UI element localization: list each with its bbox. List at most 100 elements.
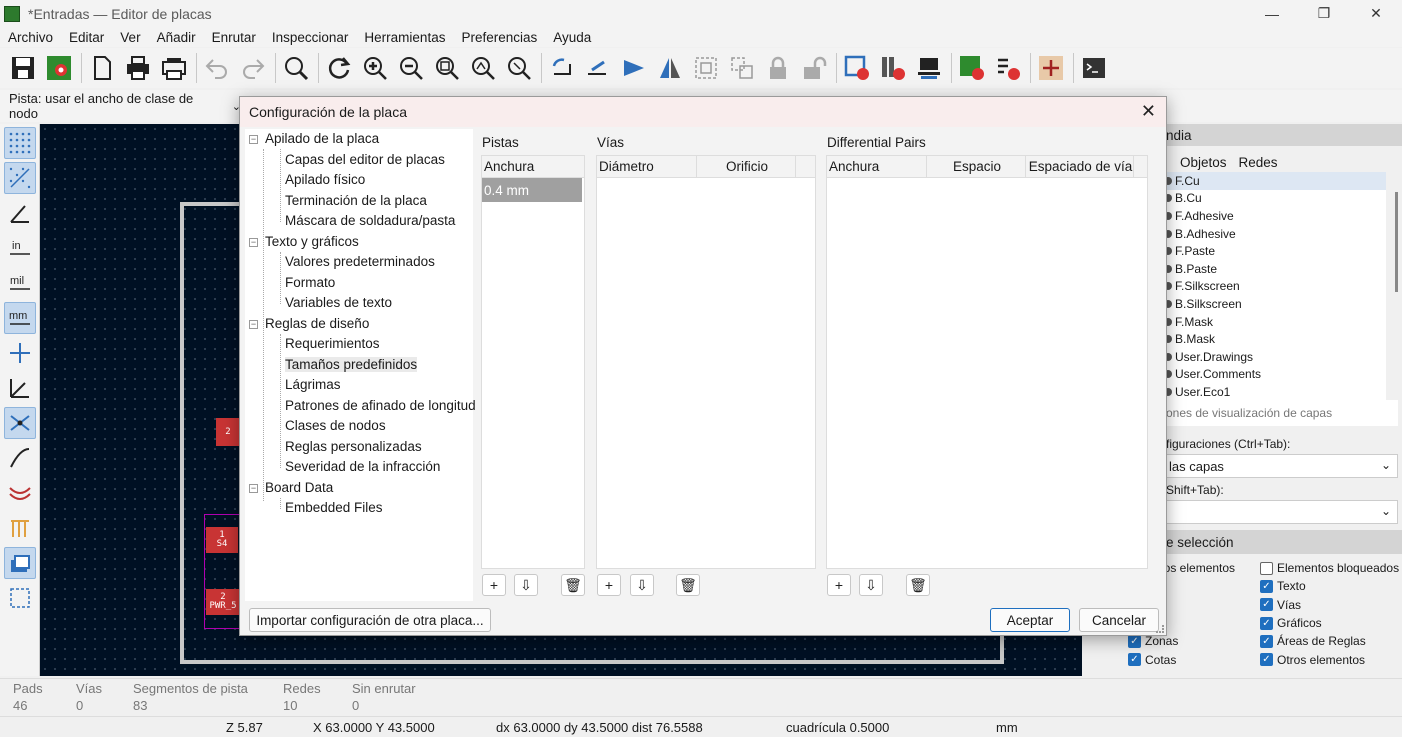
- layer-item[interactable]: F.Paste: [1164, 242, 1386, 260]
- collapse-icon[interactable]: −: [249, 238, 258, 247]
- dialog-close-button[interactable]: ✕: [1141, 101, 1156, 122]
- column-header-drill[interactable]: Orificio: [697, 156, 796, 177]
- vias-grid[interactable]: Diámetro Orificio: [596, 155, 816, 569]
- column-header-width[interactable]: Anchura: [482, 156, 584, 177]
- zoom-out-button[interactable]: [394, 51, 428, 85]
- tree-node-constraints[interactable]: Requerimientos: [285, 336, 380, 351]
- tree-node-board-stackup[interactable]: − Apilado de la placa: [249, 131, 379, 146]
- sort-tracks-button[interactable]: ⇩: [514, 574, 538, 596]
- update-pcb-button[interactable]: [840, 51, 874, 85]
- viewports-select[interactable]: ⌄: [1164, 500, 1398, 524]
- find-button[interactable]: [279, 51, 313, 85]
- checklist-button[interactable]: [991, 51, 1025, 85]
- filter-text[interactable]: ✓ Texto: [1260, 578, 1400, 594]
- checkbox-checked[interactable]: ✓: [1128, 634, 1141, 648]
- checkbox-checked[interactable]: ✓: [1260, 653, 1273, 667]
- layer-item[interactable]: F.Cu: [1164, 172, 1386, 190]
- tree-node-physical-stackup[interactable]: Apilado físico: [285, 172, 365, 187]
- plot-button[interactable]: [157, 51, 191, 85]
- undo-button[interactable]: [200, 51, 234, 85]
- column-header-via-gap[interactable]: Espaciado de vía: [1026, 156, 1134, 177]
- column-header-width[interactable]: Anchura: [827, 156, 927, 177]
- zone-outline-button[interactable]: [4, 582, 36, 614]
- pad-pwr-5[interactable]: 2 PWR_5: [206, 589, 240, 615]
- tree-node-teardrops[interactable]: Lágrimas: [285, 377, 341, 392]
- track-width-cell[interactable]: 0.4 mm: [482, 178, 582, 202]
- refresh-button[interactable]: [322, 51, 356, 85]
- tracks-grid[interactable]: Anchura 0.4 mm: [481, 155, 585, 569]
- layer-item[interactable]: User.Drawings: [1164, 348, 1386, 366]
- rotate-ccw-button[interactable]: [545, 51, 579, 85]
- filter-other-items[interactable]: ✓ Otros elementos: [1260, 651, 1400, 667]
- save-button[interactable]: [6, 51, 40, 85]
- tree-node-violation-severity[interactable]: Severidad de la infracción: [285, 459, 440, 474]
- tree-node-net-classes[interactable]: Clases de nodos: [285, 418, 386, 433]
- diff-pairs-grid[interactable]: Anchura Espacio Espaciado de vía: [826, 155, 1148, 569]
- layer-item[interactable]: B.Silkscreen: [1164, 295, 1386, 313]
- add-diff-pair-button[interactable]: +: [827, 574, 851, 596]
- menu-enrutar[interactable]: Enrutar: [204, 30, 264, 45]
- checkbox-checked[interactable]: ✓: [1260, 634, 1273, 648]
- layer-item[interactable]: B.Mask: [1164, 330, 1386, 348]
- column-header-diameter[interactable]: Diámetro: [597, 156, 697, 177]
- delete-track-button[interactable]: 🗑: [561, 574, 585, 596]
- rotate-cw-button[interactable]: [581, 51, 615, 85]
- page-settings-button[interactable]: [85, 51, 119, 85]
- zoom-in-button[interactable]: [358, 51, 392, 85]
- schematic-button[interactable]: [1034, 51, 1068, 85]
- tree-node-board-data[interactable]: − Board Data: [249, 480, 333, 495]
- group-button[interactable]: [689, 51, 723, 85]
- layer-list-scrollbar[interactable]: [1395, 192, 1398, 292]
- tree-node-tuning-patterns[interactable]: Patrones de afinado de longitud: [285, 398, 476, 413]
- collapse-icon[interactable]: −: [249, 135, 258, 144]
- menu-anadir[interactable]: Añadir: [149, 30, 204, 45]
- tree-node-text-variables[interactable]: Variables de texto: [285, 295, 392, 310]
- tree-node-text-graphics[interactable]: − Texto y gráficos: [249, 234, 359, 249]
- overrides-grid-button[interactable]: [4, 162, 36, 194]
- filter-rule-areas[interactable]: ✓ Áreas de Reglas: [1260, 633, 1400, 649]
- footprint-library-button[interactable]: [876, 51, 910, 85]
- layer-item[interactable]: User.Eco1: [1164, 383, 1386, 401]
- zoom-selection-button[interactable]: [502, 51, 536, 85]
- via-outline-button[interactable]: [4, 512, 36, 544]
- restore-button[interactable]: ❐: [1298, 0, 1350, 27]
- ungroup-button[interactable]: [725, 51, 759, 85]
- filter-locked-items[interactable]: Elementos bloqueados: [1260, 560, 1400, 576]
- layer-item[interactable]: F.Mask: [1164, 313, 1386, 331]
- redo-button[interactable]: [236, 51, 270, 85]
- add-track-button[interactable]: +: [482, 574, 506, 596]
- layer-item[interactable]: B.Paste: [1164, 260, 1386, 278]
- menu-inspeccionar[interactable]: Inspeccionar: [264, 30, 357, 45]
- mirror-h-button[interactable]: [617, 51, 651, 85]
- ratsnest-button[interactable]: [4, 407, 36, 439]
- delete-diff-pair-button[interactable]: 🗑: [906, 574, 930, 596]
- polar-coords-button[interactable]: [4, 197, 36, 229]
- ok-button[interactable]: Aceptar: [990, 608, 1070, 632]
- zone-fill-button[interactable]: [4, 547, 36, 579]
- menu-ayuda[interactable]: Ayuda: [545, 30, 599, 45]
- checkbox-checked[interactable]: ✓: [1260, 616, 1273, 630]
- cursor-button[interactable]: [4, 337, 36, 369]
- units-inches-button[interactable]: in: [4, 232, 36, 264]
- filter-dimensions[interactable]: ✓ Cotas: [1128, 651, 1260, 667]
- delete-via-button[interactable]: 🗑: [676, 574, 700, 596]
- checkbox-checked[interactable]: ✓: [1260, 598, 1273, 612]
- print-button[interactable]: [121, 51, 155, 85]
- tree-node-custom-rules[interactable]: Reglas personalizadas: [285, 439, 422, 454]
- minimize-button[interactable]: —: [1246, 0, 1298, 27]
- column-header-gap[interactable]: Espacio: [927, 156, 1026, 177]
- menu-ver[interactable]: Ver: [112, 30, 148, 45]
- units-mils-button[interactable]: mil: [4, 267, 36, 299]
- filter-vias[interactable]: ✓ Vías: [1260, 597, 1400, 613]
- tree-node-editor-layers[interactable]: Capas del editor de placas: [285, 152, 445, 167]
- presets-select[interactable]: las capas ⌄: [1164, 454, 1398, 478]
- board-setup-button[interactable]: [42, 51, 76, 85]
- track-width-select[interactable]: Pista: usar el ancho de clase de nodo ⌄: [4, 91, 242, 121]
- collapse-icon[interactable]: −: [249, 320, 258, 329]
- layer-item[interactable]: B.Cu: [1164, 190, 1386, 208]
- filter-graphics[interactable]: ✓ Gráficos: [1260, 615, 1400, 631]
- collapse-icon[interactable]: −: [249, 484, 258, 493]
- zoom-objects-button[interactable]: [466, 51, 500, 85]
- pad-pwr[interactable]: 2: [216, 418, 240, 446]
- checkbox-unchecked[interactable]: [1260, 561, 1273, 575]
